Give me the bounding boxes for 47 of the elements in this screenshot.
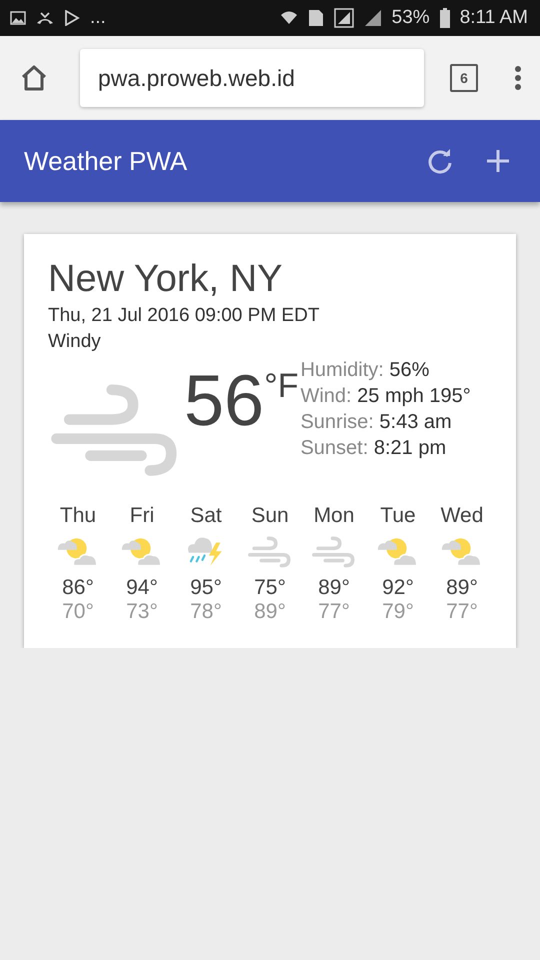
weather-detail: Sunrise: 5:43 am <box>300 410 453 435</box>
weather-description: Windy <box>48 331 102 353</box>
high-temperature: 95° <box>190 576 222 600</box>
more-notifications: ... <box>90 7 106 29</box>
battery-icon <box>440 8 450 28</box>
low-temperature: 77° <box>318 600 350 624</box>
high-temperature: 89° <box>318 576 350 600</box>
clock-time: 8:11 AM <box>460 7 528 29</box>
temperature-unit: °F <box>264 367 298 406</box>
high-temperature: 94° <box>126 576 158 600</box>
low-temperature: 77° <box>446 600 478 624</box>
wind-icon <box>311 534 357 568</box>
home-icon[interactable] <box>20 64 48 92</box>
wind-icon <box>247 534 293 568</box>
missed-call-icon <box>36 11 54 25</box>
forecast-day: Sat <box>190 504 222 528</box>
tab-count[interactable]: 6 <box>450 64 478 92</box>
refresh-icon <box>426 147 454 175</box>
plus-icon <box>484 147 512 175</box>
high-temperature: 86° <box>62 576 94 600</box>
address-bar[interactable]: pwa.proweb.web.id <box>80 49 424 107</box>
high-temperature: 75° <box>254 576 286 600</box>
forecast-day: Sun <box>251 504 289 528</box>
app-title: Weather PWA <box>24 146 188 176</box>
signal-icon <box>364 9 382 27</box>
battery-percent: 53% <box>392 7 430 29</box>
low-temperature: 89° <box>254 600 286 624</box>
signal-icon <box>334 8 354 28</box>
forecast-day: Tue <box>380 504 416 528</box>
weather-detail: Humidity: 56% <box>300 358 430 383</box>
forecast-day: Wed <box>440 504 484 528</box>
weather-detail: Sunset: 8:21 pm <box>300 436 448 461</box>
low-temperature: 79° <box>382 600 414 624</box>
low-temperature: 78° <box>190 600 222 624</box>
date-time: Thu, 21 Jul 2016 09:00 PM EDT <box>48 305 320 327</box>
low-temperature: 70° <box>62 600 94 624</box>
weather-detail: Wind: 25 mph 195° <box>300 384 471 409</box>
high-temperature: 92° <box>382 576 414 600</box>
forecast-day: Fri <box>130 504 154 528</box>
location-name: New York, NY <box>48 258 284 301</box>
overflow-menu-icon[interactable] <box>514 66 522 90</box>
image-icon <box>10 11 26 25</box>
temperature: 56 <box>184 365 264 437</box>
low-temperature: 73° <box>126 600 158 624</box>
forecast-day: Thu <box>60 504 96 528</box>
high-temperature: 89° <box>446 576 478 600</box>
forecast-day: Mon <box>314 504 354 528</box>
